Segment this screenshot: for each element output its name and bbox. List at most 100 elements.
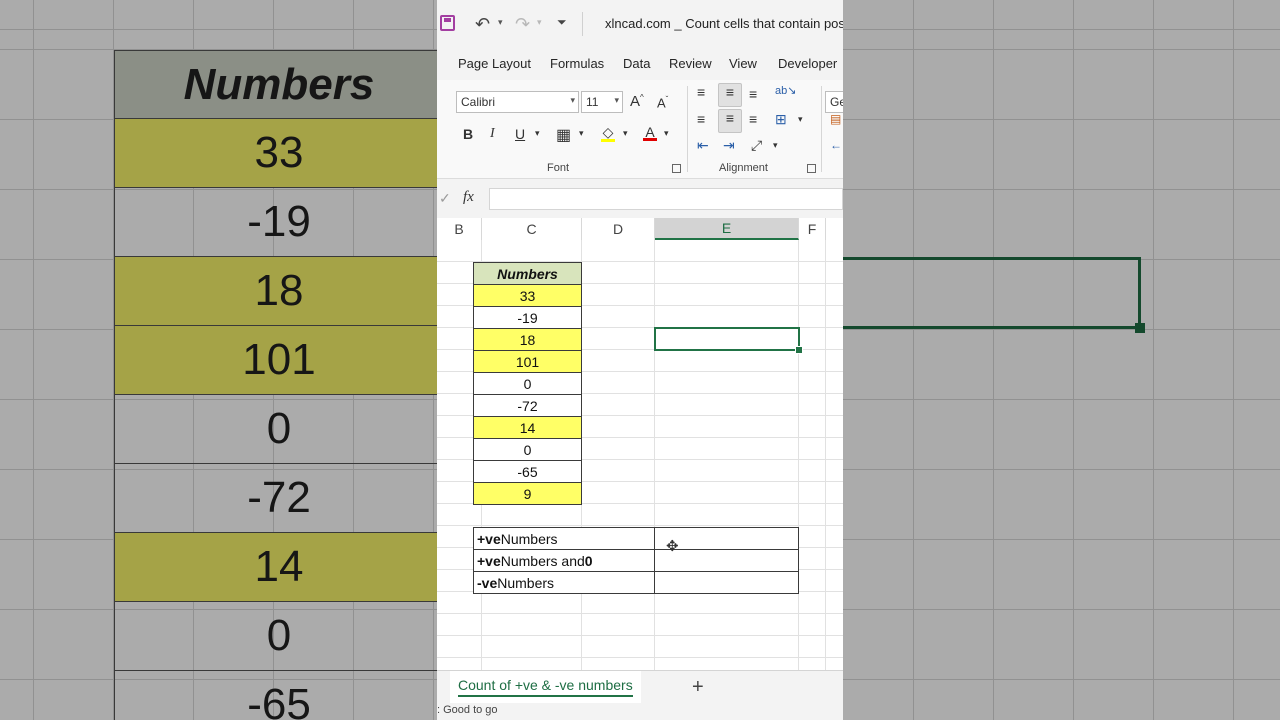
summary-label-bold: +ve — [477, 530, 501, 547]
column-header-b[interactable]: B — [437, 218, 482, 240]
italic-button[interactable]: I — [490, 126, 495, 142]
table-cell[interactable]: -19 — [473, 307, 582, 329]
table-cell[interactable]: -65 — [473, 461, 582, 483]
table-cell[interactable]: 18 — [473, 329, 582, 351]
ribbon-tabs: Page Layout Formulas Data Review View De… — [437, 48, 843, 80]
table-cell[interactable]: -72 — [473, 395, 582, 417]
column-header-d[interactable]: D — [582, 218, 655, 240]
table-cell[interactable]: 0 — [473, 373, 582, 395]
align-center-icon[interactable]: ≡ — [718, 109, 742, 133]
tab-view[interactable]: View — [729, 56, 757, 71]
column-header-e[interactable]: E — [655, 218, 799, 240]
grid-line — [825, 240, 826, 670]
underline-button[interactable]: U — [515, 126, 525, 142]
sheet-tab-active[interactable]: Count of +ve & -ve numbers — [450, 671, 641, 703]
enter-check-icon[interactable]: ✓ — [439, 190, 451, 207]
redo-dropdown-icon[interactable]: ▾ — [537, 17, 542, 28]
fill-handle[interactable] — [795, 346, 803, 354]
decrease-decimal-icon[interactable]: ← — [830, 138, 842, 152]
summary-label-positive[interactable]: +ve Numbers — [473, 527, 655, 550]
align-middle-icon[interactable]: ≡ — [718, 83, 742, 107]
summary-label-text: Numbers — [500, 530, 558, 547]
summary-label-bold-zero: 0 — [584, 552, 593, 569]
align-right-icon[interactable]: ≡ — [749, 111, 757, 127]
formula-input[interactable] — [489, 188, 843, 210]
alignment-dialog-launcher-icon[interactable] — [807, 164, 816, 173]
align-top-icon[interactable]: ≡ — [697, 84, 705, 100]
ribbon-group-divider — [687, 86, 688, 172]
formula-bar: ✓ fx — [437, 185, 843, 213]
grid-line — [654, 240, 655, 670]
font-dialog-launcher-icon[interactable] — [672, 164, 681, 173]
summary-result-negative[interactable] — [655, 572, 799, 594]
insert-function-icon[interactable]: fx — [463, 189, 474, 206]
font-color-icon[interactable]: A — [643, 124, 657, 141]
status-bar: : Good to go — [437, 704, 843, 720]
alignment-group-label: Alignment — [719, 162, 768, 174]
chevron-down-icon: ▾ — [570, 95, 575, 105]
redo-icon[interactable]: ↷ — [515, 14, 530, 35]
cell-cursor-icon: ✥ — [666, 538, 679, 555]
align-bottom-icon[interactable]: ≡ — [749, 86, 757, 102]
summary-label-positive-and-zero[interactable]: +ve Numbers and 0 — [473, 550, 655, 572]
table-cell[interactable]: 14 — [473, 417, 582, 439]
tab-page-layout[interactable]: Page Layout — [458, 56, 531, 71]
conditional-format-icon[interactable]: ▤ — [830, 112, 841, 126]
toolbar-divider — [582, 12, 583, 36]
ribbon-group-divider — [821, 86, 822, 172]
font-color-dropdown-icon[interactable]: ▾ — [664, 128, 669, 139]
borders-icon[interactable]: ▦ — [556, 125, 571, 145]
increase-font-icon[interactable]: A^ — [630, 93, 644, 110]
merge-center-icon[interactable]: ⊞ — [775, 111, 787, 128]
number-format-combo[interactable]: Ge — [825, 91, 843, 113]
active-cell-selection[interactable] — [654, 327, 800, 351]
underline-dropdown-icon[interactable]: ▾ — [535, 128, 540, 139]
decrease-indent-icon[interactable]: ⇤ — [697, 137, 709, 154]
align-left-icon[interactable]: ≡ — [697, 111, 705, 127]
tab-formulas[interactable]: Formulas — [550, 56, 604, 71]
sheet-tab-bar: Count of +ve & -ve numbers + — [437, 670, 843, 705]
summary-label-text: Numbers and — [500, 552, 585, 569]
column-header-f[interactable]: F — [799, 218, 826, 240]
font-group-label: Font — [547, 162, 570, 174]
text-direction-icon[interactable]: ⤢ — [751, 137, 762, 154]
table-cell[interactable]: 0 — [473, 439, 582, 461]
increase-indent-icon[interactable]: ⇥ — [723, 137, 735, 154]
font-size-combo[interactable]: 11 ▾ — [581, 91, 623, 113]
font-size-value: 11 — [586, 95, 599, 109]
font-name-value: Calibri — [461, 95, 496, 109]
borders-dropdown-icon[interactable]: ▾ — [579, 128, 584, 139]
tab-developer[interactable]: Developer — [778, 56, 837, 71]
table-cell[interactable]: 101 — [473, 351, 582, 373]
column-header-c[interactable]: C — [482, 218, 582, 240]
orientation-icon[interactable]: ab↘ — [775, 84, 796, 97]
worksheet-grid[interactable]: Numbers 33 -19 18 101 0 -72 14 0 -65 9 +… — [437, 240, 843, 670]
fill-color-icon[interactable]: ◇ — [601, 124, 615, 142]
summary-label-text: Numbers — [497, 574, 555, 591]
bold-button[interactable]: B — [463, 126, 473, 142]
column-headers: B C D E F — [437, 218, 843, 241]
chevron-down-icon: ▾ — [614, 95, 619, 105]
tab-data[interactable]: Data — [623, 56, 650, 71]
merge-dropdown-icon[interactable]: ▾ — [798, 114, 803, 125]
table-cell[interactable]: 9 — [473, 483, 582, 505]
undo-icon[interactable]: ↶ — [475, 14, 490, 35]
save-icon[interactable] — [440, 15, 455, 31]
summary-label-bold: +ve — [477, 552, 501, 569]
ribbon-home: Calibri ▾ 11 ▾ A^ Aˇ B I U ▾ ▦ ▾ ◇ ▾ A ▾… — [437, 80, 843, 179]
tab-review[interactable]: Review — [669, 56, 712, 71]
summary-label-bold: -ve — [477, 574, 498, 591]
font-name-combo[interactable]: Calibri ▾ — [456, 91, 579, 113]
add-sheet-button[interactable]: + — [692, 676, 704, 699]
decrease-font-icon[interactable]: Aˇ — [657, 95, 668, 110]
fill-color-dropdown-icon[interactable]: ▾ — [623, 128, 628, 139]
excel-window: ↶ ▾ ↷ ▾ ⏷ xlncad.com _ Count cells that … — [437, 0, 843, 720]
table-header-cell[interactable]: Numbers — [473, 262, 582, 285]
sheet-tab-label: Count of +ve & -ve numbers — [458, 677, 633, 697]
document-title: xlncad.com _ Count cells that contain po… — [605, 16, 843, 31]
summary-label-negative[interactable]: -ve Numbers — [473, 572, 655, 594]
table-cell[interactable]: 33 — [473, 285, 582, 307]
text-direction-dropdown-icon[interactable]: ▾ — [773, 140, 778, 151]
undo-dropdown-icon[interactable]: ▾ — [498, 17, 503, 28]
customize-toolbar-icon[interactable]: ⏷ — [557, 15, 567, 30]
